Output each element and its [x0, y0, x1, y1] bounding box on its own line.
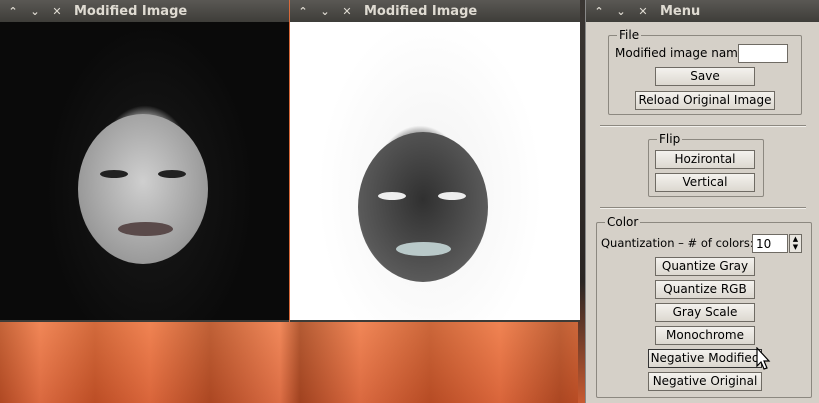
negative-portrait-image — [290, 22, 580, 320]
left-eye — [100, 170, 128, 178]
separator — [600, 207, 806, 209]
image-name-input[interactable] — [738, 44, 788, 63]
maximize-icon[interactable]: ⌄ — [316, 2, 334, 20]
modified-image-window-left: ⌃ ⌄ ✕ Modified Image — [0, 0, 289, 322]
separator — [600, 125, 806, 127]
quantization-label: Quantization – # of colors: — [601, 236, 754, 250]
monochrome-button[interactable]: Monochrome — [655, 326, 755, 345]
maximize-icon[interactable]: ⌄ — [612, 2, 630, 20]
mouth — [396, 242, 451, 256]
maximize-icon[interactable]: ⌄ — [26, 2, 44, 20]
title-bar: ⌃ ⌄ ✕ Menu — [586, 0, 819, 22]
quantize-gray-button[interactable]: Quantize Gray — [655, 257, 755, 276]
color-count-input[interactable] — [752, 234, 788, 253]
save-button[interactable]: Save — [655, 67, 755, 86]
close-icon[interactable]: ✕ — [338, 2, 356, 20]
grayscale-portrait-image — [0, 22, 289, 320]
window-title: Menu — [660, 3, 701, 19]
color-count-spinner[interactable]: ▲ ▼ — [789, 234, 802, 253]
reload-original-button[interactable]: Reload Original Image — [635, 91, 775, 110]
color-group-label: Color — [605, 215, 641, 229]
minimize-icon[interactable]: ⌃ — [590, 2, 608, 20]
right-eye — [158, 170, 186, 178]
close-icon[interactable]: ✕ — [634, 2, 652, 20]
negative-modified-button[interactable]: Negative Modified — [648, 349, 762, 368]
right-eye — [438, 192, 466, 200]
face-region — [358, 132, 488, 282]
mouth — [118, 222, 173, 236]
file-group-label: File — [617, 28, 642, 42]
window-title: Modified Image — [74, 3, 188, 19]
minimize-icon[interactable]: ⌃ — [294, 2, 312, 20]
minimize-icon[interactable]: ⌃ — [4, 2, 22, 20]
image-name-label: Modified image name: — [615, 46, 750, 60]
quantize-rgb-button[interactable]: Quantize RGB — [655, 280, 755, 299]
menu-window: ⌃ ⌄ ✕ Menu File Modified image name: Sav… — [585, 0, 819, 403]
flip-group-label: Flip — [657, 132, 683, 146]
flip-vertical-button[interactable]: Vertical — [655, 173, 755, 192]
spin-down-icon[interactable]: ▼ — [790, 243, 801, 251]
gray-scale-button[interactable]: Gray Scale — [655, 303, 755, 322]
negative-original-button[interactable]: Negative Original — [648, 372, 762, 391]
window-title: Modified Image — [364, 3, 478, 19]
spin-up-icon[interactable]: ▲ — [790, 235, 801, 243]
mouse-pointer-icon — [756, 347, 771, 370]
title-bar: ⌃ ⌄ ✕ Modified Image — [0, 0, 289, 22]
face-region — [78, 114, 208, 264]
desktop-background — [0, 320, 590, 403]
modified-image-window-right: ⌃ ⌄ ✕ Modified Image — [290, 0, 580, 322]
flip-horizontal-button[interactable]: Hozirontal — [655, 150, 755, 169]
close-icon[interactable]: ✕ — [48, 2, 66, 20]
left-eye — [378, 192, 406, 200]
title-bar: ⌃ ⌄ ✕ Modified Image — [290, 0, 580, 22]
